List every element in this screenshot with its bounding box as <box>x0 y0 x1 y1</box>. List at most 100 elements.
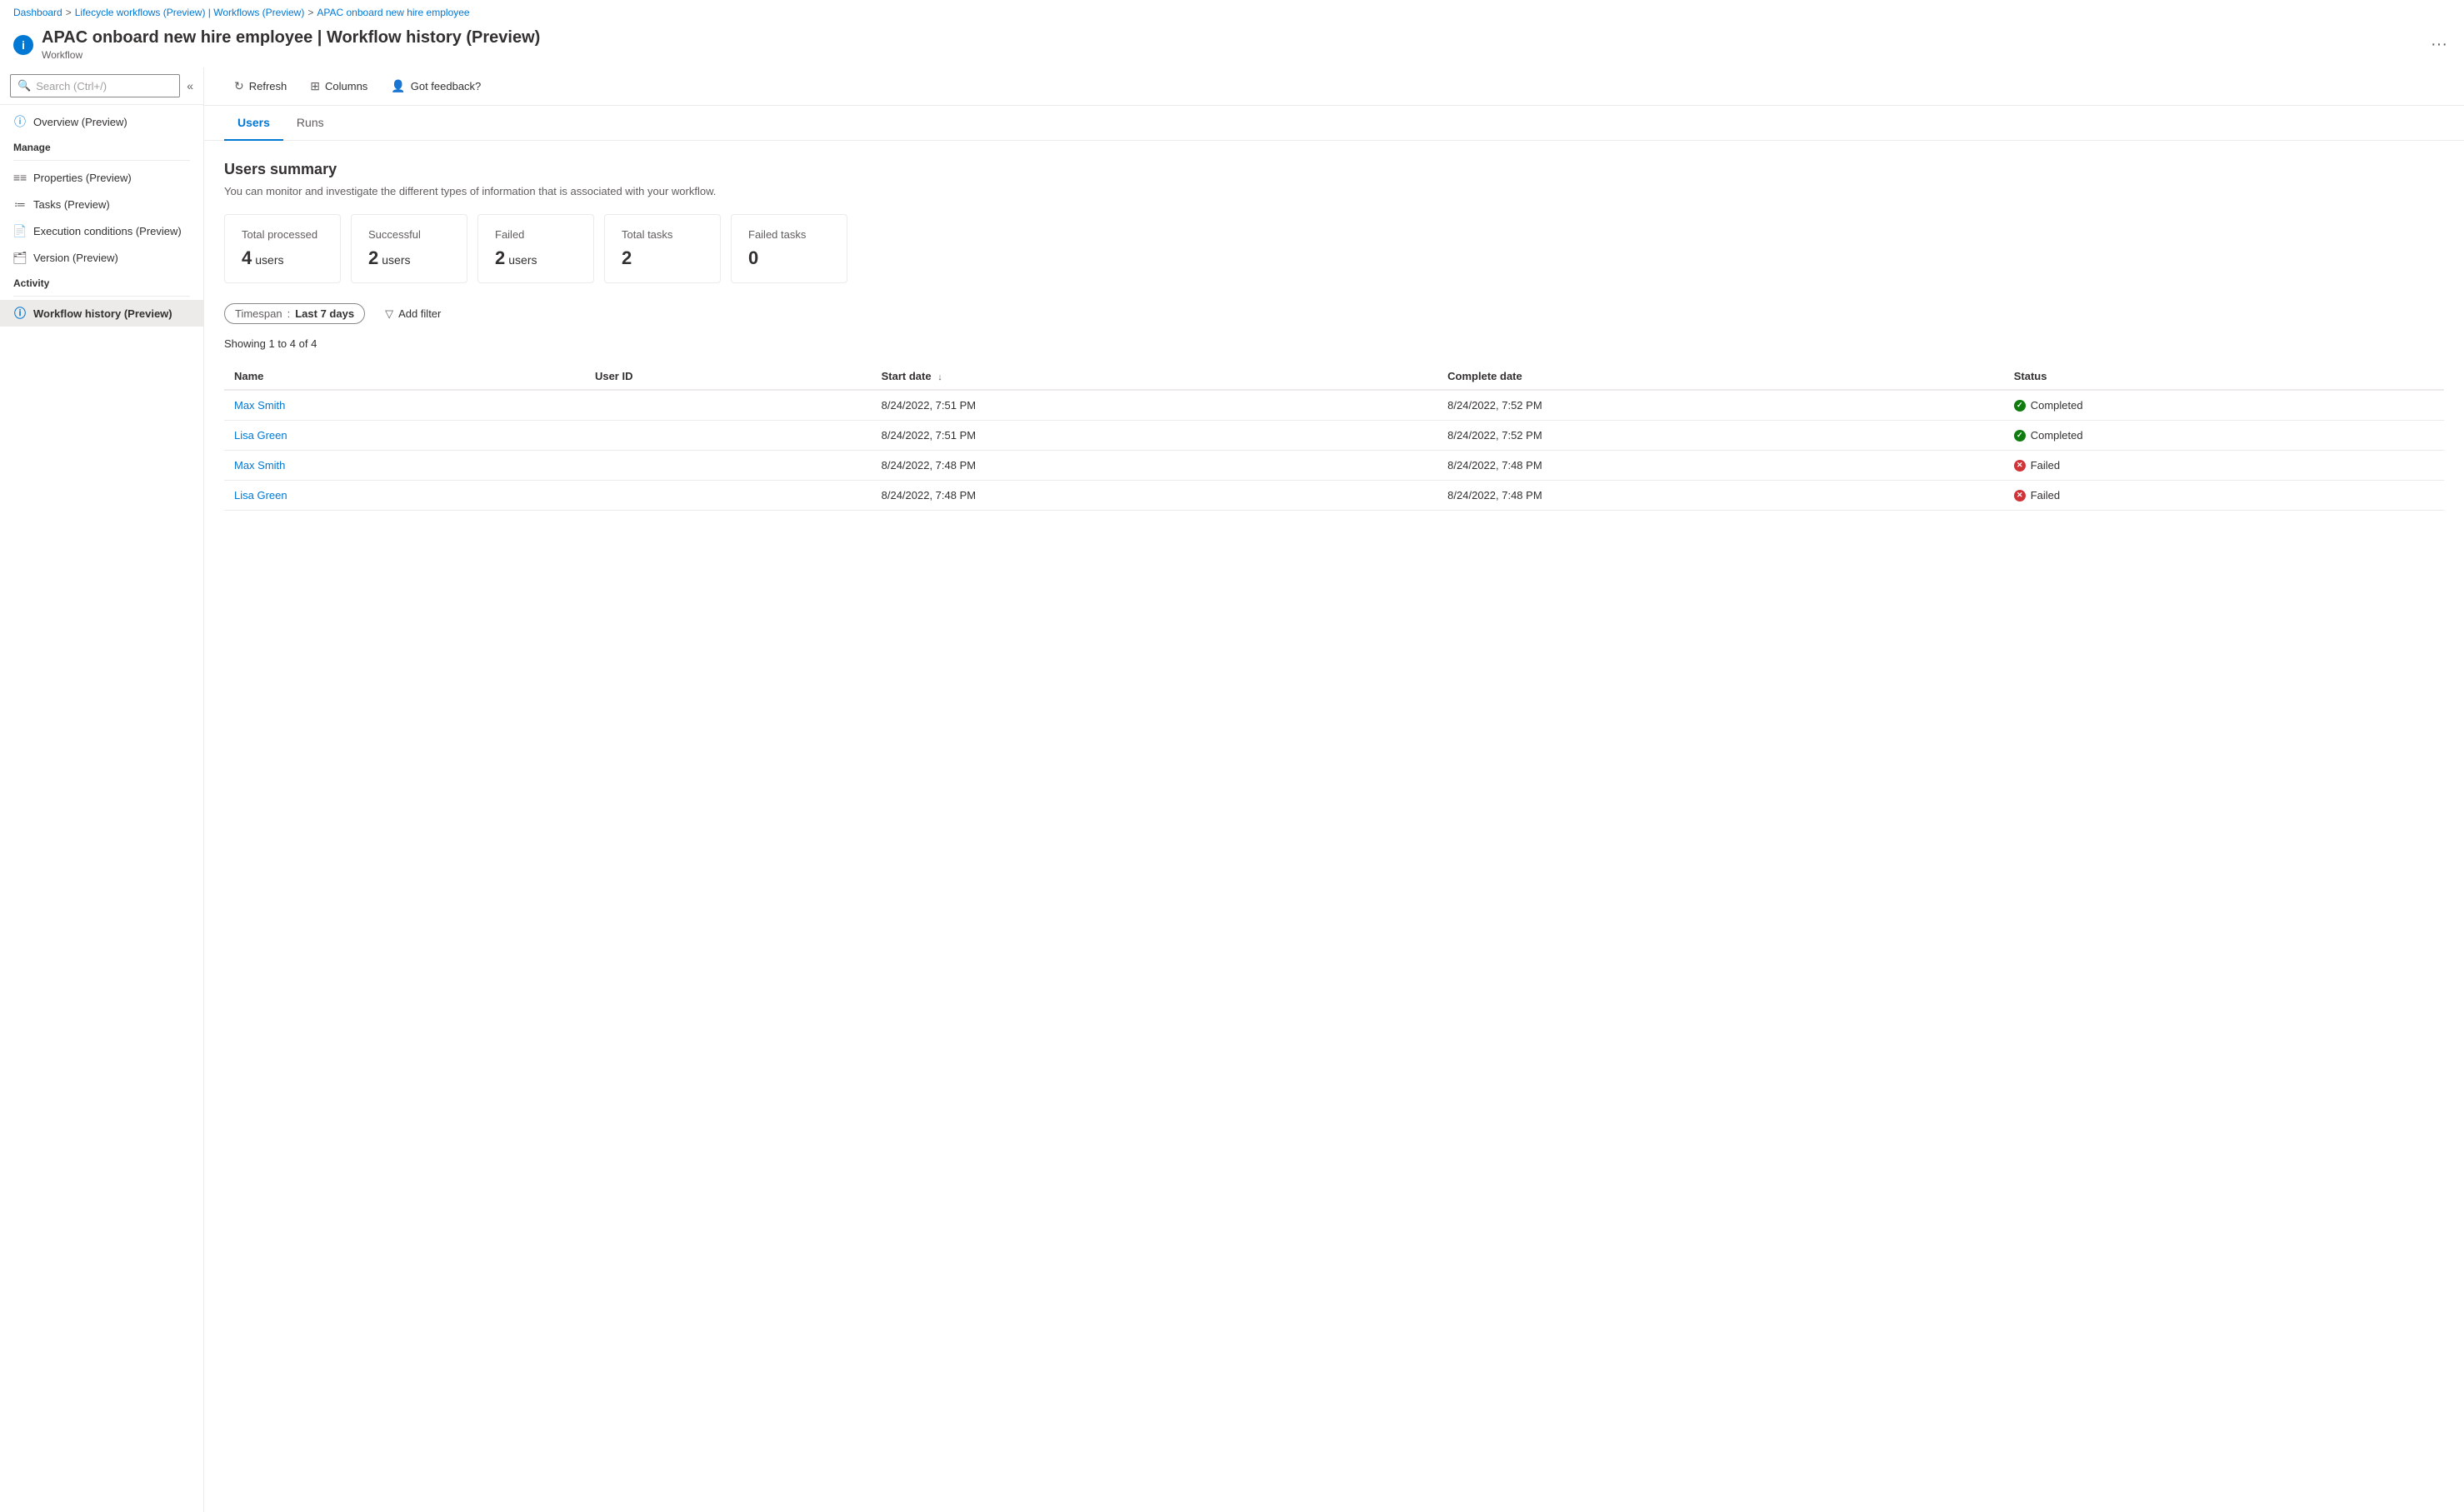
status-cell: Completed <box>2004 421 2444 451</box>
timespan-filter[interactable]: Timespan : Last 7 days <box>224 303 365 324</box>
start-date-cell: 8/24/2022, 7:51 PM <box>872 390 1438 421</box>
user-id-cell <box>585 451 872 481</box>
user-name-link[interactable]: Max Smith <box>234 459 285 472</box>
table-row: Max Smith 8/24/2022, 7:51 PM8/24/2022, 7:… <box>224 390 2444 421</box>
complete-date-cell: 8/24/2022, 7:48 PM <box>1437 481 2004 511</box>
breadcrumb-apac[interactable]: APAC onboard new hire employee <box>317 7 469 18</box>
sidebar-item-version[interactable]: 🗂 Version (Preview) <box>0 244 203 271</box>
status-label: Failed <box>2031 489 2060 502</box>
toolbar: ↻ Refresh ⊞ Columns 👤 Got feedback? <box>204 67 2464 106</box>
status-label: Failed <box>2031 459 2060 472</box>
complete-date-cell: 8/24/2022, 7:52 PM <box>1437 390 2004 421</box>
sidebar-nav: ⓘ Overview (Preview) Manage ≡≡ Propertie… <box>0 105 203 330</box>
col-completedate[interactable]: Complete date <box>1437 363 2004 390</box>
page-header: i APAC onboard new hire employee | Workf… <box>0 25 2464 67</box>
sidebar-item-overview[interactable]: ⓘ Overview (Preview) <box>0 108 203 135</box>
sidebar-item-properties[interactable]: ≡≡ Properties (Preview) <box>0 164 203 191</box>
sort-icon: ↓ <box>937 372 942 382</box>
more-options-button[interactable]: ··· <box>2427 32 2451 57</box>
stat-total-tasks: Total tasks 2 <box>604 214 721 283</box>
page-title: APAC onboard new hire employee | Workflo… <box>42 28 2419 47</box>
feedback-icon: 👤 <box>391 79 405 93</box>
sidebar-collapse-button[interactable]: « <box>187 79 193 92</box>
start-date-cell: 8/24/2022, 7:51 PM <box>872 421 1438 451</box>
user-name-link[interactable]: Lisa Green <box>234 429 287 442</box>
workflow-history-icon: ⓘ <box>13 307 27 320</box>
stat-failed-tasks: Failed tasks 0 <box>731 214 847 283</box>
content-area: ↻ Refresh ⊞ Columns 👤 Got feedback? User… <box>204 67 2464 1512</box>
stat-total-processed-label: Total processed <box>242 228 323 241</box>
col-name[interactable]: Name <box>224 363 585 390</box>
version-icon: 🗂 <box>13 251 27 264</box>
section-title: Users summary <box>224 161 2444 178</box>
user-name-link[interactable]: Lisa Green <box>234 489 287 502</box>
columns-button[interactable]: ⊞ Columns <box>300 74 377 98</box>
info-icon: ⓘ <box>13 115 27 128</box>
status-cell: Failed <box>2004 481 2444 511</box>
tasks-icon: ≔ <box>13 197 27 211</box>
feedback-button[interactable]: 👤 Got feedback? <box>381 74 491 98</box>
breadcrumb-dashboard[interactable]: Dashboard <box>13 7 62 18</box>
status-cell: Completed <box>2004 390 2444 421</box>
filter-icon: ▽ <box>385 307 393 321</box>
stat-total-processed: Total processed 4users <box>224 214 341 283</box>
status-cell: Failed <box>2004 451 2444 481</box>
stat-total-tasks-value: 2 <box>622 247 703 269</box>
breadcrumb-sep-2: > <box>307 7 313 18</box>
filter-row: Timespan : Last 7 days ▽ Add filter <box>224 303 2444 324</box>
search-placeholder: Search (Ctrl+/) <box>36 80 107 92</box>
stat-total-tasks-label: Total tasks <box>622 228 703 241</box>
columns-icon: ⊞ <box>310 79 320 93</box>
col-startdate[interactable]: Start date ↓ <box>872 363 1438 390</box>
timespan-value: Last 7 days <box>295 307 354 320</box>
table-row: Lisa Green 8/24/2022, 7:51 PM8/24/2022, 7… <box>224 421 2444 451</box>
status-completed: Completed <box>2014 399 2434 412</box>
complete-date-cell: 8/24/2022, 7:48 PM <box>1437 451 2004 481</box>
page-info-icon: i <box>13 35 33 55</box>
refresh-button[interactable]: ↻ Refresh <box>224 74 297 98</box>
user-id-cell <box>585 481 872 511</box>
breadcrumb-sep-1: > <box>66 7 72 18</box>
search-icon: 🔍 <box>17 79 31 92</box>
tab-users[interactable]: Users <box>224 106 283 141</box>
stat-total-processed-value: 4users <box>242 247 323 269</box>
activity-divider <box>13 296 190 297</box>
user-id-cell <box>585 390 872 421</box>
timespan-label: Timespan <box>235 307 282 320</box>
status-completed: Completed <box>2014 429 2434 442</box>
tab-runs[interactable]: Runs <box>283 106 337 141</box>
stat-failed-tasks-label: Failed tasks <box>748 228 830 241</box>
breadcrumb: Dashboard > Lifecycle workflows (Preview… <box>0 0 2464 25</box>
user-id-cell <box>585 421 872 451</box>
table-row: Lisa Green8/24/2022, 7:48 PM8/24/2022, 7… <box>224 481 2444 511</box>
execution-icon: 📄 <box>13 224 27 237</box>
start-date-cell: 8/24/2022, 7:48 PM <box>872 451 1438 481</box>
user-name-link[interactable]: Max Smith <box>234 399 285 412</box>
refresh-icon: ↻ <box>234 79 244 93</box>
completed-icon <box>2014 400 2026 412</box>
status-label: Completed <box>2031 429 2083 442</box>
status-failed: Failed <box>2014 489 2434 502</box>
table-row: Max Smith 8/24/2022, 7:48 PM8/24/2022, 7:… <box>224 451 2444 481</box>
section-description: You can monitor and investigate the diff… <box>224 185 2444 197</box>
content-body: Users summary You can monitor and invest… <box>204 141 2464 531</box>
failed-icon <box>2014 460 2026 472</box>
showing-count: Showing 1 to 4 of 4 <box>224 337 2444 350</box>
sidebar-item-workflow-history[interactable]: ⓘ Workflow history (Preview) <box>0 300 203 327</box>
add-filter-button[interactable]: ▽ Add filter <box>375 304 451 324</box>
sidebar: 🔍 Search (Ctrl+/) « ⓘ Overview (Preview)… <box>0 67 204 1512</box>
sidebar-item-tasks[interactable]: ≔ Tasks (Preview) <box>0 191 203 217</box>
col-userid[interactable]: User ID <box>585 363 872 390</box>
stat-successful-label: Successful <box>368 228 450 241</box>
sidebar-item-execution[interactable]: 📄 Execution conditions (Preview) <box>0 217 203 244</box>
properties-icon: ≡≡ <box>13 171 27 184</box>
manage-divider <box>13 160 190 161</box>
breadcrumb-lifecycle[interactable]: Lifecycle workflows (Preview) | Workflow… <box>75 7 305 18</box>
col-status[interactable]: Status <box>2004 363 2444 390</box>
search-input[interactable]: 🔍 Search (Ctrl+/) <box>10 74 180 97</box>
status-failed: Failed <box>2014 459 2434 472</box>
stat-failed-label: Failed <box>495 228 577 241</box>
complete-date-cell: 8/24/2022, 7:52 PM <box>1437 421 2004 451</box>
activity-section-label: Activity <box>0 271 203 292</box>
stat-failed-value: 2users <box>495 247 577 269</box>
